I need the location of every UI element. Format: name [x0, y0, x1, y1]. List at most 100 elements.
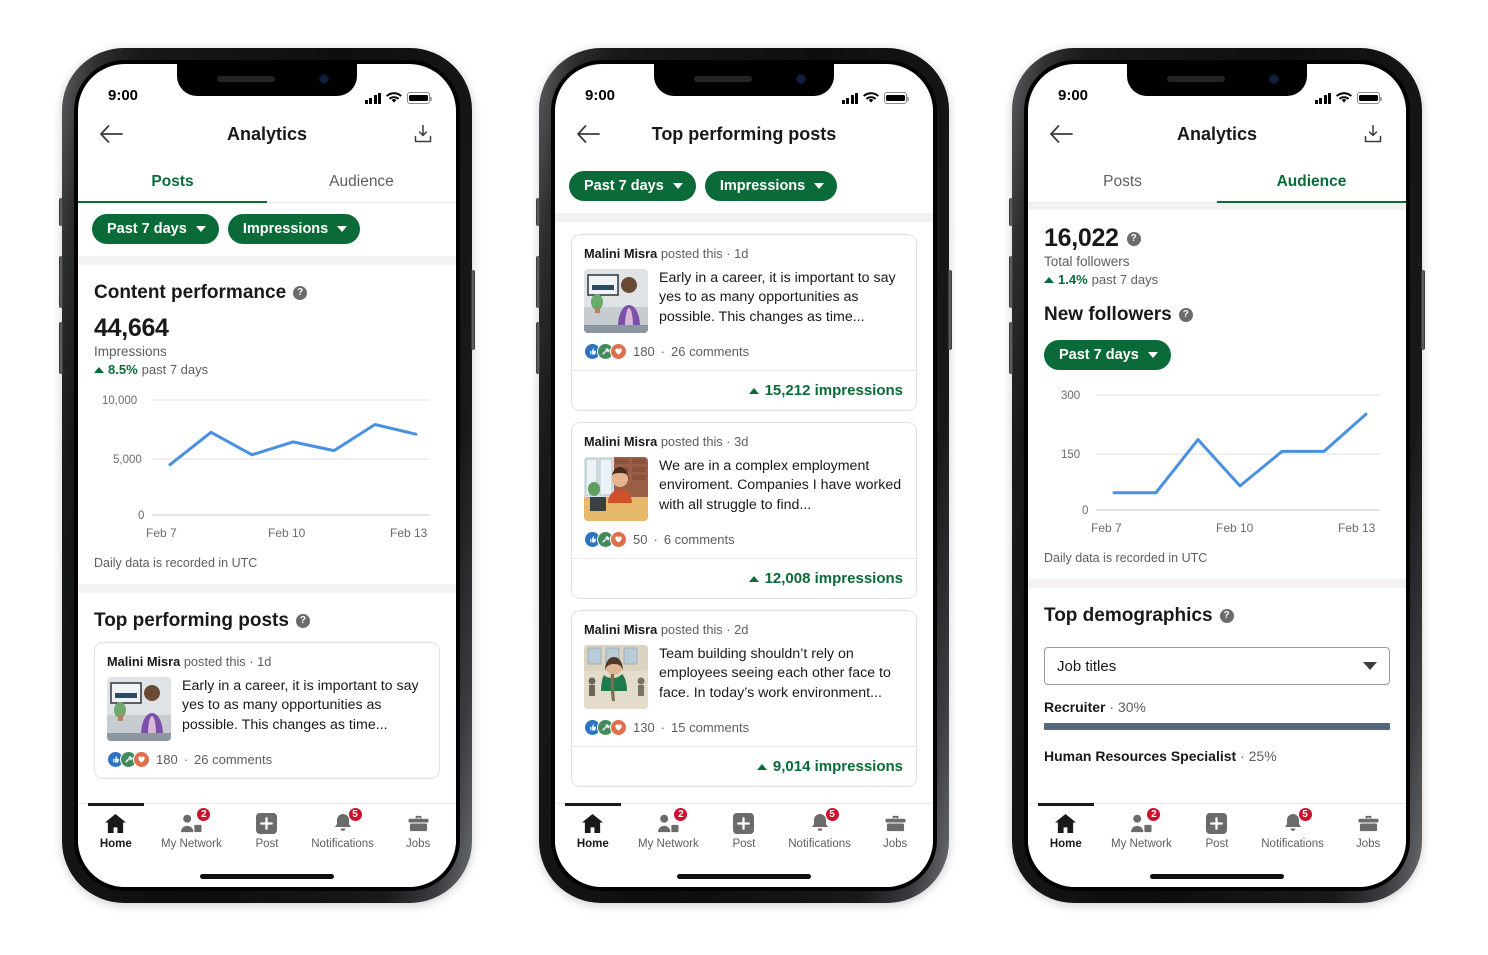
filter-metric[interactable]: Impressions: [227, 214, 361, 244]
nav-item-my-network[interactable]: 2 My Network: [154, 807, 230, 850]
svg-text:300: 300: [1061, 390, 1080, 402]
svg-text:Feb 7: Feb 7: [1091, 521, 1122, 535]
demographic-bar: [1044, 723, 1390, 730]
volume-down-button[interactable]: [536, 322, 540, 374]
help-icon[interactable]: ?: [293, 286, 308, 300]
briefcase-icon: [405, 811, 431, 835]
silent-switch[interactable]: [1009, 198, 1013, 226]
post-meta: 130 · 15 comments: [584, 719, 904, 736]
post-thumbnail: [584, 645, 648, 709]
impressions-line-chart: 10,000 5,000 0 Feb 7 Feb 10 Feb 13: [94, 377, 440, 546]
power-button[interactable]: [1421, 270, 1425, 350]
demographic-row-label: Recruiter · 30%: [1044, 699, 1146, 715]
nav-item-post[interactable]: Post: [229, 811, 305, 850]
tab-audience[interactable]: Audience: [267, 160, 456, 202]
new-followers-line-chart: 300 150 0 Feb 7 Feb 10 Feb 13: [1044, 372, 1390, 541]
impressions-delta: 8.5% past 7 days: [94, 362, 440, 377]
svg-text:150: 150: [1061, 449, 1080, 461]
demographic-percent: 25%: [1248, 748, 1277, 764]
post-card[interactable]: Malini Misra posted this · 2d Team build…: [571, 610, 917, 787]
nav-item-post[interactable]: Post: [1179, 811, 1255, 850]
post-meta: 50 · 6 comments: [584, 531, 904, 548]
reaction-icons: [584, 531, 627, 548]
volume-up-button[interactable]: [536, 256, 540, 308]
nav-item-notifications[interactable]: 5 Notifications: [1255, 807, 1331, 850]
nav-item-post[interactable]: Post: [706, 811, 782, 850]
back-arrow-icon[interactable]: [573, 119, 603, 149]
page-title: Top performing posts: [651, 123, 837, 144]
post-author-name: Malini Misra: [107, 654, 181, 669]
back-arrow-icon[interactable]: [96, 119, 126, 149]
post-comment-count: 26 comments: [194, 752, 273, 767]
bell-icon: 5: [807, 807, 840, 835]
post-meta: 180 · 26 comments: [584, 343, 904, 360]
post-author-name: Malini Misra: [584, 434, 658, 449]
tab-posts[interactable]: Posts: [1028, 160, 1217, 202]
network-badge: 2: [196, 807, 212, 822]
help-icon[interactable]: ?: [1126, 231, 1141, 246]
nav-item-jobs[interactable]: Jobs: [380, 811, 456, 850]
notifications-badge: 5: [347, 807, 363, 822]
volume-down-button[interactable]: [59, 322, 63, 374]
plus-square-icon: [1204, 811, 1230, 835]
nav-item-notifications[interactable]: 5 Notifications: [305, 807, 381, 850]
nav-item-notifications[interactable]: 5 Notifications: [782, 807, 858, 850]
delta-value: 8.5%: [108, 362, 138, 377]
love-icon: [610, 343, 627, 360]
new-followers-date-filter[interactable]: Past 7 days: [1044, 340, 1171, 370]
tab-posts[interactable]: Posts: [78, 160, 267, 203]
volume-up-button[interactable]: [59, 256, 63, 308]
post-thumbnail: [107, 677, 171, 741]
silent-switch[interactable]: [536, 198, 540, 226]
post-card[interactable]: Malini Misra posted this · 3d We are in …: [571, 422, 917, 599]
nav-item-my-network[interactable]: 2 My Network: [1104, 807, 1180, 850]
home-icon: [580, 811, 606, 835]
post-author-line: Malini Misra posted this · 1d: [584, 246, 749, 261]
post-card[interactable]: Malini Misra posted this · 1d Early in a…: [571, 234, 917, 411]
filter-metric[interactable]: Impressions: [704, 171, 838, 201]
notifications-badge: 5: [1297, 807, 1313, 822]
help-icon[interactable]: ?: [1178, 308, 1193, 322]
demographic-row-label: Human Resources Specialist · 25%: [1044, 748, 1277, 764]
post-impressions: 9,014 impressions: [572, 746, 916, 786]
volume-down-button[interactable]: [1009, 322, 1013, 374]
network-icon: 2: [1128, 807, 1162, 835]
phone-3-screen: 9:00 Analytics Posts Audience 16,022 ? T…: [1028, 64, 1406, 887]
filter-date-range[interactable]: Past 7 days: [92, 214, 219, 244]
download-icon[interactable]: [1358, 119, 1388, 149]
nav-item-home[interactable]: Home: [78, 811, 154, 850]
nav-item-home[interactable]: Home: [555, 811, 631, 850]
post-thumbnail: [584, 269, 648, 333]
power-button[interactable]: [948, 270, 952, 350]
tab-audience[interactable]: Audience: [1217, 160, 1406, 203]
reaction-icons: [584, 343, 627, 360]
section-divider: [1028, 203, 1406, 210]
notifications-badge: 5: [824, 807, 840, 822]
post-age: 1d: [257, 654, 272, 669]
app-header: Analytics: [1028, 108, 1406, 160]
nav-item-jobs[interactable]: Jobs: [1330, 811, 1406, 850]
power-button[interactable]: [471, 270, 475, 350]
help-icon[interactable]: ?: [1219, 609, 1234, 623]
back-arrow-icon[interactable]: [1046, 119, 1076, 149]
silent-switch[interactable]: [59, 198, 63, 226]
volume-up-button[interactable]: [1009, 256, 1013, 308]
nav-item-home[interactable]: Home: [1028, 811, 1104, 850]
nav-item-jobs[interactable]: Jobs: [857, 811, 933, 850]
nav-item-my-network[interactable]: 2 My Network: [631, 807, 707, 850]
new-followers-title: New followers ?: [1044, 287, 1390, 336]
chart-note: Daily data is recorded in UTC: [94, 556, 258, 570]
post-card[interactable]: Malini Misra posted this · 1d Early in a…: [94, 642, 440, 779]
download-icon[interactable]: [408, 119, 438, 149]
filter-date-range[interactable]: Past 7 days: [569, 171, 696, 201]
status-time: 9:00: [585, 87, 616, 104]
post-text: Team building shouldn’t rely on employee…: [659, 646, 891, 701]
top-posts-section: Top performing posts ? Malini Misra post…: [78, 593, 456, 779]
post-text: Early in a career, it is important to sa…: [659, 270, 896, 325]
filter-row: Past 7 days Impressions: [555, 160, 933, 213]
help-icon[interactable]: ?: [295, 614, 310, 628]
trend-up-icon: [748, 575, 759, 582]
svg-text:5,000: 5,000: [113, 454, 142, 466]
demographics-select[interactable]: Job titles: [1044, 647, 1390, 685]
total-followers-value: 16,022: [1044, 224, 1119, 252]
